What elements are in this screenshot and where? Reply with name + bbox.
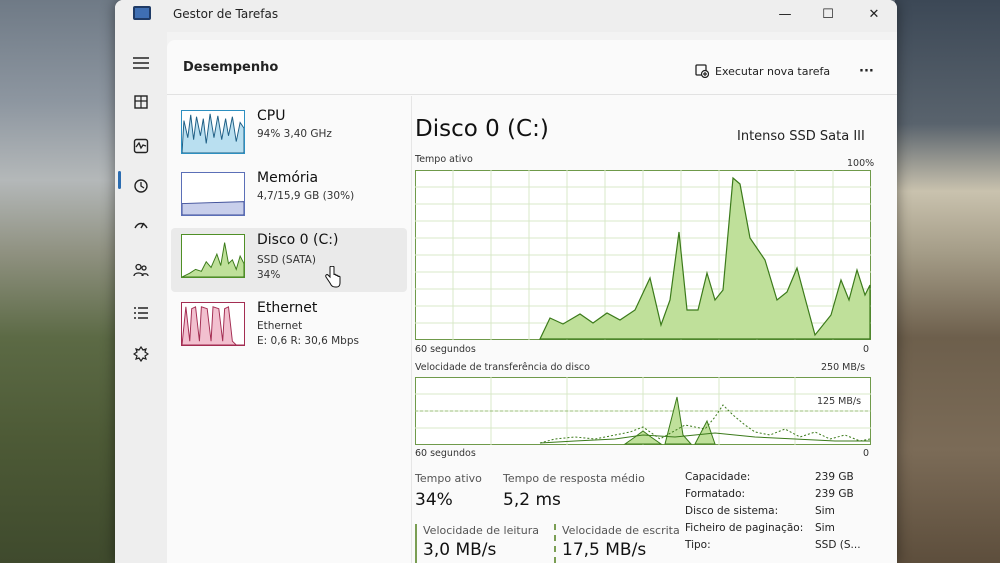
active-time-graph	[415, 170, 871, 340]
response-time-stat-label: Tempo de resposta médio	[503, 472, 645, 485]
run-task-icon	[695, 64, 709, 78]
read-speed-indicator	[415, 524, 417, 563]
perf-item-disk-0[interactable]: Disco 0 (C:) SSD (SATA) 34%	[171, 228, 407, 292]
services-icon[interactable]	[125, 342, 157, 372]
info-capacity-value: 239 GB	[815, 471, 854, 483]
hand-cursor-icon	[325, 266, 341, 288]
users-icon[interactable]	[125, 258, 157, 288]
write-speed-indicator	[554, 524, 556, 563]
read-speed-value: 3,0 MB/s	[423, 540, 497, 560]
info-pagefile-value: Sim	[815, 522, 835, 534]
transfer-chart-label: Velocidade de transferência do disco	[415, 362, 590, 373]
perf-item-disk-usage: 34%	[257, 269, 281, 281]
close-button[interactable]: ✕	[854, 3, 894, 27]
transfer-mid-label: 125 MB/s	[817, 396, 862, 407]
nav-active-indicator	[118, 171, 121, 189]
info-pagefile-label: Ficheiro de paginação:	[685, 522, 804, 534]
info-formatted-value: 239 GB	[815, 488, 854, 500]
perf-item-memory-name: Memória	[257, 170, 319, 186]
content-pane: Desempenho Executar nova tarefa ··· CPU …	[167, 40, 897, 563]
perf-item-memory[interactable]: Memória 4,7/15,9 GB (30%)	[171, 166, 407, 230]
info-system-disk-label: Disco de sistema:	[685, 505, 779, 517]
page-title: Desempenho	[183, 60, 279, 75]
transfer-timespan: 60 segundos	[415, 448, 476, 459]
write-speed-label: Velocidade de escrita	[562, 524, 680, 537]
info-type-label: Tipo:	[685, 539, 711, 551]
perf-item-cpu[interactable]: CPU 94% 3,40 GHz	[171, 104, 407, 168]
hamburger-icon[interactable]	[125, 50, 157, 80]
info-system-disk-value: Sim	[815, 505, 835, 517]
info-type-value: SSD (S...	[815, 539, 861, 551]
response-time-stat-value: 5,2 ms	[503, 490, 561, 510]
perf-item-ethernet-name: Ethernet	[257, 300, 318, 316]
read-speed-label: Velocidade de leitura	[423, 524, 539, 537]
processes-icon[interactable]	[125, 90, 157, 120]
more-options-button[interactable]: ···	[859, 64, 874, 79]
nav-rail	[115, 32, 167, 563]
task-manager-app-icon	[133, 6, 151, 20]
write-speed-value: 17,5 MB/s	[562, 540, 647, 560]
maximize-button[interactable]: ☐	[808, 3, 848, 27]
page-header: Desempenho Executar nova tarefa ···	[167, 40, 897, 95]
minimize-button[interactable]: —	[765, 3, 805, 27]
perf-item-ethernet-adapter: Ethernet	[257, 320, 303, 332]
cpu-thumbnail-graph	[181, 110, 245, 154]
memory-thumbnail-graph	[181, 172, 245, 216]
perf-item-disk-type: SSD (SATA)	[257, 254, 316, 266]
disk-model: Intenso SSD Sata III	[737, 129, 865, 144]
details-icon[interactable]	[125, 300, 157, 330]
active-time-zero-label: 0	[863, 344, 870, 355]
perf-item-ethernet-rate: E: 0,6 R: 30,6 Mbps	[257, 335, 359, 347]
active-time-chart-label: Tempo ativo	[415, 154, 473, 165]
performance-icon[interactable]	[125, 134, 157, 164]
perf-item-cpu-usage: 94% 3,40 GHz	[257, 128, 332, 140]
perf-item-disk-name: Disco 0 (C:)	[257, 232, 339, 248]
run-new-task-label: Executar nova tarefa	[715, 64, 831, 78]
performance-list: CPU 94% 3,40 GHz Memória 4,7/15,9 GB (30…	[167, 96, 412, 563]
info-formatted-label: Formatado:	[685, 488, 746, 500]
perf-item-ethernet[interactable]: Ethernet Ethernet E: 0,6 R: 30,6 Mbps	[171, 296, 407, 360]
transfer-max-label: 250 MB/s	[821, 362, 866, 373]
task-manager-window: Gestor de Tarefas — ☐ ✕ Desempenho Execu…	[115, 0, 897, 563]
transfer-zero-label: 0	[863, 448, 870, 459]
active-time-stat-label: Tempo ativo	[415, 472, 482, 485]
perf-item-cpu-name: CPU	[257, 108, 286, 124]
info-capacity-label: Capacidade:	[685, 471, 751, 483]
disk-title: Disco 0 (C:)	[415, 116, 549, 142]
active-time-stat-value: 34%	[415, 490, 453, 510]
run-new-task-button[interactable]: Executar nova tarefa	[695, 64, 830, 78]
startup-icon[interactable]	[125, 214, 157, 244]
disk-thumbnail-graph	[181, 234, 245, 278]
ethernet-thumbnail-graph	[181, 302, 245, 346]
window-title: Gestor de Tarefas	[173, 7, 279, 21]
active-time-timespan: 60 segundos	[415, 344, 476, 355]
desktop-background-right	[895, 0, 1000, 563]
perf-item-memory-usage: 4,7/15,9 GB (30%)	[257, 190, 355, 202]
active-time-max-label: 100%	[847, 158, 875, 169]
transfer-rate-graph	[415, 377, 871, 445]
history-icon[interactable]	[125, 174, 157, 204]
disk-detail-panel: Disco 0 (C:) Intenso SSD Sata III Tempo …	[415, 96, 895, 563]
title-bar: Gestor de Tarefas — ☐ ✕	[115, 0, 897, 32]
